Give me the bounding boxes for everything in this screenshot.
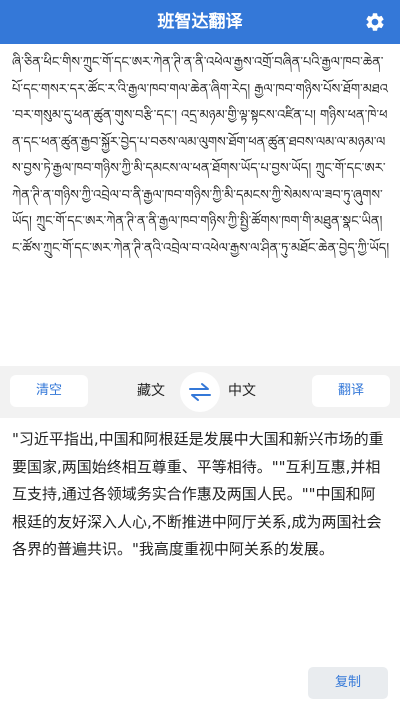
translate-toolbar: 清空 藏文 中文 翻译 xyxy=(0,366,400,418)
app-header: 班智达翻译 xyxy=(0,0,400,44)
translate-button[interactable]: 翻译 xyxy=(312,375,390,407)
swap-language-button[interactable] xyxy=(180,372,220,412)
gear-icon xyxy=(366,13,384,31)
settings-button[interactable] xyxy=(364,11,386,33)
target-language-label[interactable]: 中文 xyxy=(228,366,256,416)
result-area: "习近平指出,中国和阿根廷是发展中大国和新兴市场的重要国家,两国始终相互尊重、平… xyxy=(0,418,400,711)
source-language-label[interactable]: 藏文 xyxy=(137,366,165,416)
clear-button[interactable]: 清空 xyxy=(10,375,88,407)
copy-button[interactable]: 复制 xyxy=(308,667,388,699)
swap-arrows-icon xyxy=(189,383,211,401)
source-text[interactable]: ཞི་ཅིན་ཕིང་གིས་ཀྲུང་གོ་དང་ཨར་ཀེན་ཊི་ན་ནི… xyxy=(0,44,400,366)
app-title: 班智达翻译 xyxy=(157,12,243,32)
source-input-area[interactable]: ཞི་ཅིན་ཕིང་གིས་ཀྲུང་གོ་དང་ཨར་ཀེན་ཊི་ན་ནི… xyxy=(0,44,400,366)
result-text: "习近平指出,中国和阿根廷是发展中大国和新兴市场的重要国家,两国始终相互尊重、平… xyxy=(12,430,384,558)
app-screen: 班智达翻译 ཞི་ཅིན་ཕིང་གིས་ཀྲུང་གོ་དང་ཨར་ཀེན་ཊ… xyxy=(0,0,400,711)
